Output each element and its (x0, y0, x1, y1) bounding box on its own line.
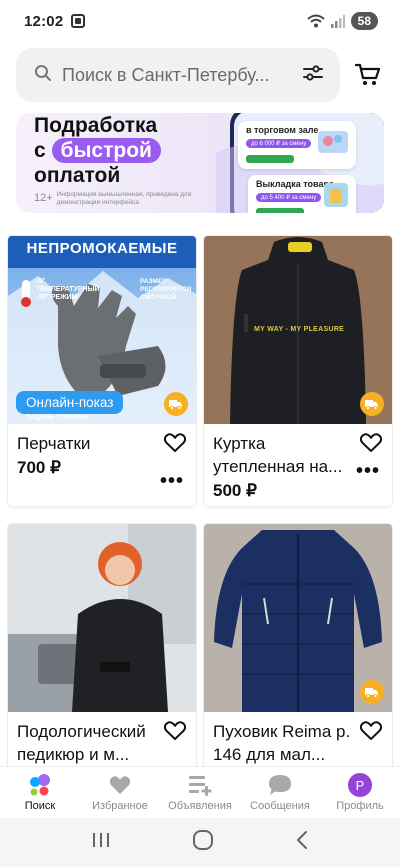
banner-phone-illustration: в торговом зале до 6 000 ₽ за смену Выкл… (216, 113, 384, 213)
banner-card2-price: до 5 400 ₽ за смену (256, 193, 322, 202)
listing-info: Перчатки 700 ₽ ••• (8, 424, 196, 506)
listing-card[interactable]: MY WAY - MY PLEASURE Куртка утепленная н… (204, 236, 392, 506)
listing-image-gloves: НЕПРОМОКАЕМЫЕ -5° ТЕМПЕРАТУРНЫЙ -30° РЕЖИ… (8, 236, 196, 424)
listing-image-down-jacket (204, 524, 392, 712)
disclaimer-text: Информация вымышленная, приведена для де… (56, 191, 192, 206)
listing-info: Подологический педикюр и м... (8, 712, 196, 774)
favorite-heart-icon[interactable] (359, 721, 383, 741)
banner-card1-button (246, 155, 294, 163)
more-options-icon[interactable]: ••• (356, 461, 380, 481)
banner-line2-prefix: с (34, 139, 46, 162)
promo-banner[interactable]: Подработка с быстрой оплатой 12+ Информац… (16, 113, 384, 213)
banner-card1-title: в торговом зале (246, 125, 319, 135)
banner-line2: с быстрой (34, 138, 161, 163)
status-time: 12:02 (24, 12, 64, 30)
screenshot-icon (71, 14, 86, 28)
battery-indicator: 58 (350, 12, 378, 30)
nav-label: Поиск (24, 800, 56, 812)
nav-label: Избранное (92, 800, 148, 812)
nav-listings[interactable]: Объявления (160, 767, 240, 818)
home-icon[interactable] (192, 829, 214, 856)
recent-apps-icon[interactable] (91, 831, 111, 854)
favorite-heart-icon[interactable] (359, 433, 383, 453)
banner-card-1: в торговом зале до 6 000 ₽ за смену (238, 121, 356, 169)
more-options-icon[interactable]: ••• (160, 471, 184, 491)
listing-image-jacket: MY WAY - MY PLEASURE (204, 236, 392, 424)
banner-line3: оплатой (34, 164, 121, 187)
chat-icon (267, 773, 293, 797)
delivery-icon (360, 680, 384, 704)
jacket-print-text: MY WAY - MY PLEASURE (254, 326, 345, 333)
delivery-icon (360, 392, 384, 416)
signal-icon (330, 14, 345, 28)
nav-label: Объявления (168, 800, 232, 812)
age-rating: 12+ (34, 192, 53, 204)
status-right: 58 (306, 12, 378, 30)
gloves-image-headline: НЕПРОМОКАЕМЫЕ (26, 240, 178, 257)
listing-card[interactable]: Пуховик Reima р. 146 для мал... (204, 524, 392, 774)
banner-card-2: Выкладка товара до 5 400 ₽ за смену (248, 175, 356, 213)
status-bar: 12:02 58 (0, 0, 400, 42)
favorite-heart-icon[interactable] (163, 433, 187, 453)
search-icon (34, 64, 52, 87)
avatar: P (348, 773, 372, 797)
search-row: Поиск в Санкт-Петербу... (0, 44, 400, 106)
search-placeholder: Поиск в Санкт-Петербу... (62, 64, 270, 85)
wifi-icon (306, 14, 325, 28)
gloves-image-size-note: РАЗМЕР РЕГУЛИРУЕТСЯ ЛИПУЧКОЙ (140, 278, 192, 301)
listing-image-podology (8, 524, 196, 712)
nav-label: Профиль (336, 800, 384, 812)
gloves-temp-line2: -30° РЕЖИМ (36, 294, 78, 301)
listing-card[interactable]: Подологический педикюр и м... (8, 524, 196, 774)
banner-card1-price: до 6 000 ₽ за смену (246, 139, 312, 148)
listing-info: Пуховик Reima р. 146 для мал... (204, 712, 392, 774)
nav-favorites[interactable]: Избранное (80, 767, 160, 818)
listing-title: Подологический педикюр и м... (17, 722, 146, 764)
banner-disclaimer: 12+ Информация вымышленная, приведена для… (34, 191, 199, 206)
listing-title: Пуховик Reima р. 146 для мал... (213, 722, 351, 764)
gloves-image-palm-note: ЛАДОНЬ УСИЛЕНА (26, 414, 89, 421)
nav-label: Сообщения (250, 800, 310, 812)
delivery-icon (164, 392, 188, 416)
bottom-navigation: Поиск Избранное Объявления Сообщения P П… (0, 766, 400, 818)
online-viewing-badge: Онлайн-показ (16, 391, 124, 414)
system-navigation-bar (0, 818, 400, 867)
favorite-heart-icon[interactable] (163, 721, 187, 741)
listing-info: Куртка утепленная на... 500 ₽ ••• (204, 424, 392, 506)
listing-price: 500 ₽ (213, 481, 257, 500)
listing-title: Куртка утепленная на... (213, 434, 343, 476)
listing-title: Перчатки (17, 434, 91, 453)
banner-line1: Подработка (34, 114, 158, 137)
gloves-temp-line1: -5° ТЕМПЕРАТУРНЫЙ (36, 278, 100, 293)
banner-title: Подработка с быстрой оплатой (34, 113, 161, 188)
banner-highlight: быстрой (51, 138, 161, 163)
nav-messages[interactable]: Сообщения (240, 767, 320, 818)
filters-icon[interactable] (302, 63, 324, 88)
nav-profile[interactable]: P Профиль (320, 767, 400, 818)
heart-icon (107, 773, 133, 797)
back-icon[interactable] (295, 830, 309, 855)
nav-search[interactable]: Поиск (0, 767, 80, 818)
listing-card[interactable]: НЕПРОМОКАЕМЫЕ -5° ТЕМПЕРАТУРНЫЙ -30° РЕЖИ… (8, 236, 196, 506)
listings-add-icon (187, 773, 213, 797)
banner-card2-button (256, 208, 304, 213)
gloves-image-temp: -5° ТЕМПЕРАТУРНЫЙ -30° РЕЖИМ (36, 278, 106, 302)
app-screen: 12:02 58 Поиск в Санкт-Петербу... Подраб… (0, 0, 400, 867)
search-logo-icon (27, 773, 53, 797)
cart-icon[interactable] (352, 59, 384, 91)
search-input[interactable]: Поиск в Санкт-Петербу... (16, 48, 341, 102)
